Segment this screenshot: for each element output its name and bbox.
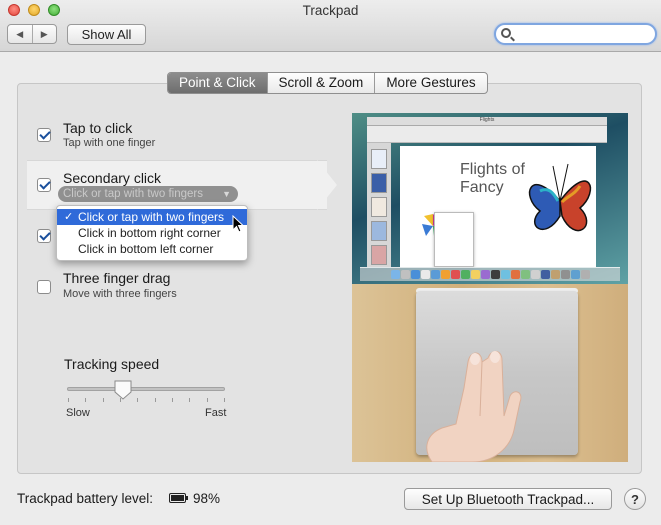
preview-window-titlebar: Flights bbox=[367, 117, 607, 126]
slider-max-label: Fast bbox=[205, 407, 227, 419]
hand-illustration bbox=[426, 351, 522, 462]
option-title: Tap to click bbox=[63, 120, 133, 136]
slider-tick bbox=[154, 398, 156, 402]
slider-tick bbox=[68, 398, 69, 402]
popup-value: Click or tap with two fingers bbox=[63, 188, 203, 200]
search-field[interactable] bbox=[494, 23, 657, 45]
menu-item-label: Click in bottom left corner bbox=[78, 242, 214, 256]
preview-window-toolbar bbox=[367, 126, 607, 143]
tab-bar: Point & Click Scroll & Zoom More Gesture… bbox=[167, 72, 488, 94]
tracking-speed-thumb[interactable] bbox=[114, 380, 132, 400]
secondary-click-menu: ✓ Click or tap with two fingers Click in… bbox=[56, 205, 248, 261]
tab-point-click[interactable]: Point & Click bbox=[168, 73, 267, 93]
highlight-pointer bbox=[317, 160, 337, 210]
tab-more-gestures[interactable]: More Gestures bbox=[374, 73, 486, 93]
option-title: Secondary click bbox=[63, 170, 162, 186]
tab-scroll-zoom[interactable]: Scroll & Zoom bbox=[266, 73, 375, 93]
menu-item-label: Click or tap with two fingers bbox=[78, 210, 225, 224]
chevron-down-icon: ▼ bbox=[222, 189, 231, 199]
tap-to-click-checkbox[interactable] bbox=[37, 128, 51, 142]
battery-label: Trackpad battery level: bbox=[17, 491, 154, 506]
toolbar: Trackpad ◀ ▶ Show All bbox=[0, 0, 661, 52]
option-title: Three finger drag bbox=[63, 270, 171, 286]
battery-icon bbox=[169, 493, 188, 503]
forward-arrow-icon: ▶ bbox=[40, 28, 48, 39]
preview-sidebar bbox=[367, 143, 391, 267]
menu-item-bottom-right[interactable]: Click in bottom right corner bbox=[57, 225, 247, 241]
preview-document: Flights of Fancy bbox=[400, 146, 596, 267]
gesture-preview-video: Flights Flights of Fancy bbox=[352, 113, 628, 462]
butterfly-illustration bbox=[528, 163, 592, 232]
tracking-speed-label: Tracking speed bbox=[64, 356, 160, 372]
help-button[interactable]: ? bbox=[624, 488, 646, 510]
search-icon bbox=[501, 28, 511, 38]
forward-button[interactable]: ▶ bbox=[31, 25, 57, 43]
back-arrow-icon: ◀ bbox=[16, 28, 24, 39]
option-3-checkbox[interactable] bbox=[37, 229, 51, 243]
three-finger-drag-checkbox[interactable] bbox=[37, 280, 51, 294]
slider-tick bbox=[85, 398, 87, 402]
window-title: Trackpad bbox=[302, 3, 359, 18]
preview-context-menu bbox=[434, 212, 474, 267]
menu-item-label: Click in bottom right corner bbox=[78, 226, 221, 240]
battery-level-value: 98% bbox=[193, 491, 221, 506]
slider-tick bbox=[102, 398, 104, 402]
slider-tick bbox=[172, 398, 173, 402]
option-subtitle: Tap with one finger bbox=[63, 137, 156, 149]
setup-bluetooth-trackpad-button[interactable]: Set Up Bluetooth Trackpad... bbox=[404, 488, 612, 510]
slider-tick bbox=[137, 398, 139, 402]
checkmark-icon: ✓ bbox=[64, 211, 74, 223]
back-button[interactable]: ◀ bbox=[8, 25, 32, 43]
slider-tick bbox=[206, 398, 208, 402]
secondary-click-checkbox[interactable] bbox=[37, 178, 51, 192]
tracking-speed-track[interactable] bbox=[67, 387, 225, 391]
secondary-click-popup[interactable]: Click or tap with two fingers ▼ bbox=[58, 186, 238, 202]
slider-tick bbox=[224, 398, 225, 402]
show-all-button[interactable]: Show All bbox=[67, 24, 146, 45]
preview-screen: Flights Flights of Fancy bbox=[352, 113, 628, 284]
slider-tick bbox=[189, 398, 191, 402]
preview-dock bbox=[360, 267, 620, 281]
slider-min-label: Slow bbox=[66, 407, 90, 419]
menu-item-bottom-left[interactable]: Click in bottom left corner bbox=[57, 241, 247, 257]
mouse-pointer-icon bbox=[232, 215, 244, 233]
option-subtitle: Move with three fingers bbox=[63, 288, 177, 300]
navigation-buttons: ◀ ▶ bbox=[7, 24, 57, 44]
menu-item-two-fingers[interactable]: ✓ Click or tap with two fingers bbox=[57, 209, 247, 225]
